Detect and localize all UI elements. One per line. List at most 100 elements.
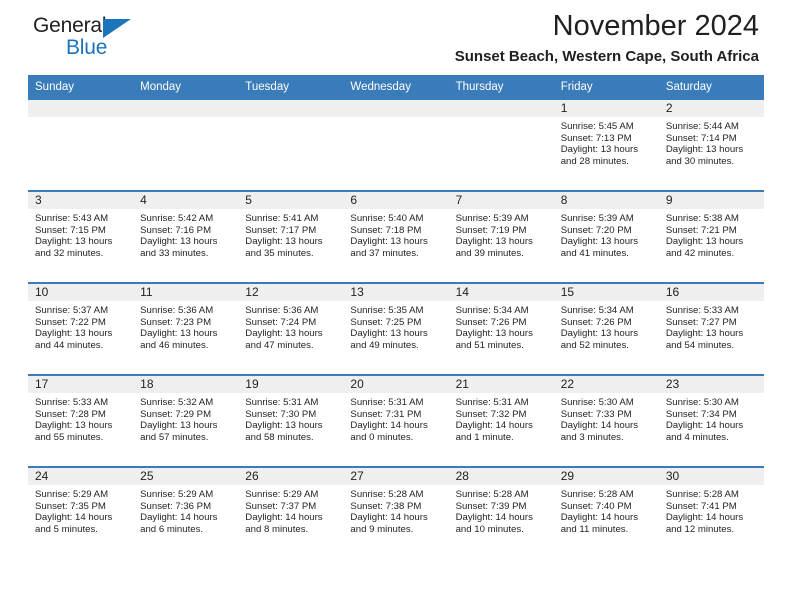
calendar-day-cell[interactable]: 1 Sunrise: 5:45 AM Sunset: 7:13 PM Daylight…	[553, 100, 659, 191]
calendar-day-cell[interactable]: 6 Sunrise: 5:40 AM Sunset: 7:18 PM Daylight…	[343, 190, 449, 283]
calendar-week-row: 1 Sunrise: 5:45 AM Sunset: 7:13 PM Daylight…	[28, 100, 764, 191]
calendar-week-row: 10 Sunrise: 5:37 AM Sunset: 7:22 PM Dayligh…	[28, 282, 764, 375]
day-details: Sunrise: 5:43 AM Sunset: 7:15 PM Daylight:…	[28, 209, 133, 259]
day-details: Sunrise: 5:29 AM Sunset: 7:37 PM Daylight:…	[238, 485, 343, 535]
sunrise-text: Sunrise: 5:31 AM	[350, 397, 424, 408]
calendar-day-cell[interactable]: 19 Sunrise: 5:31 AM Sunset: 7:30 PM Dayligh…	[238, 374, 344, 467]
calendar-body: 1 Sunrise: 5:45 AM Sunset: 7:13 PM Daylight…	[28, 100, 764, 558]
day-box	[238, 100, 344, 188]
sunrise-text: Sunrise: 5:33 AM	[35, 397, 109, 408]
daylight-text: Daylight: 13 hours and 46 minutes.	[140, 328, 218, 351]
daylight-text: Daylight: 14 hours and 6 minutes.	[140, 512, 218, 535]
daylight-text: Daylight: 13 hours and 55 minutes.	[35, 420, 113, 443]
day-number: 17	[28, 376, 134, 393]
calendar-day-cell[interactable]: 12 Sunrise: 5:36 AM Sunset: 7:24 PM Dayligh…	[238, 282, 344, 375]
calendar-day-cell[interactable]: 4 Sunrise: 5:42 AM Sunset: 7:16 PM Daylight…	[133, 190, 239, 283]
sunset-text: Sunset: 7:41 PM	[665, 500, 737, 512]
calendar-day-cell[interactable]: 29 Sunrise: 5:28 AM Sunset: 7:40 PM Dayligh…	[553, 466, 659, 558]
page-subtitle: Sunset Beach, Western Cape, South Africa	[454, 48, 759, 65]
calendar-day-cell[interactable]: 9 Sunrise: 5:38 AM Sunset: 7:21 PM Daylight…	[658, 190, 764, 283]
day-box: 10 Sunrise: 5:37 AM Sunset: 7:22 PM Dayligh…	[28, 284, 134, 372]
daylight-text: Daylight: 13 hours and 30 minutes.	[665, 144, 744, 167]
calendar-day-cell[interactable]: 18 Sunrise: 5:32 AM Sunset: 7:29 PM Dayligh…	[133, 374, 239, 467]
calendar-day-cell[interactable]: 8 Sunrise: 5:39 AM Sunset: 7:20 PM Daylight…	[553, 190, 659, 283]
calendar-day-cell[interactable]: 17 Sunrise: 5:33 AM Sunset: 7:28 PM Dayligh…	[28, 374, 134, 467]
calendar-day-cell[interactable]: 16 Sunrise: 5:33 AM Sunset: 7:27 PM Dayligh…	[658, 282, 764, 375]
weekday-header-wednesday: Wednesday	[343, 75, 449, 100]
sunset-text: Sunset: 7:24 PM	[245, 316, 317, 328]
weekday-header-thursday: Thursday	[448, 75, 554, 100]
daylight-text: Daylight: 14 hours and 12 minutes.	[665, 512, 744, 535]
daylight-text: Daylight: 14 hours and 1 minute.	[455, 420, 533, 443]
sunrise-text: Sunrise: 5:30 AM	[665, 397, 739, 408]
sunrise-text: Sunrise: 5:34 AM	[560, 305, 634, 316]
day-number: 12	[238, 284, 344, 301]
day-box: 22 Sunrise: 5:30 AM Sunset: 7:33 PM Dayligh…	[553, 376, 659, 464]
sunset-text: Sunset: 7:22 PM	[35, 316, 106, 328]
day-box: 19 Sunrise: 5:31 AM Sunset: 7:30 PM Dayligh…	[238, 376, 344, 464]
calendar-day-cell[interactable]: 24 Sunrise: 5:29 AM Sunset: 7:35 PM Dayligh…	[28, 466, 134, 558]
calendar-day-cell[interactable]: 28 Sunrise: 5:28 AM Sunset: 7:39 PM Dayligh…	[448, 466, 554, 558]
calendar-day-cell[interactable]: 20 Sunrise: 5:31 AM Sunset: 7:31 PM Dayligh…	[343, 374, 449, 467]
calendar-day-cell[interactable]: 30 Sunrise: 5:28 AM Sunset: 7:41 PM Dayligh…	[658, 466, 764, 558]
day-box: 30 Sunrise: 5:28 AM Sunset: 7:41 PM Dayligh…	[658, 468, 764, 556]
calendar-day-cell[interactable]: 15 Sunrise: 5:34 AM Sunset: 7:26 PM Dayligh…	[553, 282, 659, 375]
sunrise-text: Sunrise: 5:29 AM	[140, 489, 214, 500]
calendar-day-cell[interactable]: 5 Sunrise: 5:41 AM Sunset: 7:17 PM Daylight…	[238, 190, 344, 283]
calendar-table: Sunday Monday Tuesday Wednesday Thursday…	[28, 75, 764, 558]
day-box: 9 Sunrise: 5:38 AM Sunset: 7:21 PM Daylight…	[658, 192, 764, 280]
daylight-text: Daylight: 13 hours and 44 minutes.	[35, 328, 113, 351]
day-box: 28 Sunrise: 5:28 AM Sunset: 7:39 PM Dayligh…	[448, 468, 554, 556]
sunrise-text: Sunrise: 5:44 AM	[665, 121, 739, 132]
sunset-text: Sunset: 7:14 PM	[665, 132, 737, 144]
sunrise-text: Sunrise: 5:42 AM	[140, 213, 214, 224]
sunrise-text: Sunrise: 5:39 AM	[455, 213, 529, 224]
day-box: 21 Sunrise: 5:31 AM Sunset: 7:32 PM Dayligh…	[448, 376, 554, 464]
day-details: Sunrise: 5:36 AM Sunset: 7:24 PM Daylight:…	[238, 301, 343, 351]
calendar-day-cell[interactable]: 27 Sunrise: 5:28 AM Sunset: 7:38 PM Dayligh…	[343, 466, 449, 558]
day-number: 7	[448, 192, 554, 209]
calendar-day-cell[interactable]: 23 Sunrise: 5:30 AM Sunset: 7:34 PM Dayligh…	[658, 374, 764, 467]
general-blue-logo: General Blue	[33, 14, 213, 66]
calendar-day-cell[interactable]: 22 Sunrise: 5:30 AM Sunset: 7:33 PM Dayligh…	[553, 374, 659, 467]
page-title: November 2024	[552, 10, 759, 42]
sunrise-text: Sunrise: 5:40 AM	[350, 213, 424, 224]
daylight-text: Daylight: 14 hours and 5 minutes.	[35, 512, 113, 535]
daylight-text: Daylight: 13 hours and 52 minutes.	[560, 328, 639, 351]
calendar-day-cell[interactable]: 21 Sunrise: 5:31 AM Sunset: 7:32 PM Dayligh…	[448, 374, 554, 467]
calendar-day-cell[interactable]: 10 Sunrise: 5:37 AM Sunset: 7:22 PM Dayligh…	[28, 282, 134, 375]
sunset-text: Sunset: 7:32 PM	[455, 408, 527, 420]
day-box: 13 Sunrise: 5:35 AM Sunset: 7:25 PM Dayligh…	[343, 284, 449, 372]
sunrise-text: Sunrise: 5:28 AM	[560, 489, 634, 500]
calendar-page: General Blue November 2024 Sunset Beach,…	[0, 0, 792, 612]
day-details: Sunrise: 5:33 AM Sunset: 7:27 PM Daylight:…	[659, 301, 764, 351]
day-details: Sunrise: 5:39 AM Sunset: 7:19 PM Daylight:…	[449, 209, 554, 259]
calendar-day-cell[interactable]: 26 Sunrise: 5:29 AM Sunset: 7:37 PM Dayligh…	[238, 466, 344, 558]
day-number: 18	[133, 376, 239, 393]
calendar-week-row: 24 Sunrise: 5:29 AM Sunset: 7:35 PM Dayligh…	[28, 466, 764, 558]
day-details: Sunrise: 5:29 AM Sunset: 7:35 PM Daylight:…	[28, 485, 133, 535]
day-number	[133, 100, 239, 117]
day-details: Sunrise: 5:30 AM Sunset: 7:34 PM Daylight:…	[659, 393, 764, 443]
calendar-day-cell[interactable]: 14 Sunrise: 5:34 AM Sunset: 7:26 PM Dayligh…	[448, 282, 554, 375]
sunset-text: Sunset: 7:30 PM	[245, 408, 317, 420]
calendar-day-cell[interactable]: 13 Sunrise: 5:35 AM Sunset: 7:25 PM Dayligh…	[343, 282, 449, 375]
calendar-day-cell[interactable]: 11 Sunrise: 5:36 AM Sunset: 7:23 PM Dayligh…	[133, 282, 239, 375]
calendar-day-cell[interactable]: 3 Sunrise: 5:43 AM Sunset: 7:15 PM Daylight…	[28, 190, 134, 283]
day-box: 12 Sunrise: 5:36 AM Sunset: 7:24 PM Dayligh…	[238, 284, 344, 372]
day-box: 7 Sunrise: 5:39 AM Sunset: 7:19 PM Daylight…	[448, 192, 554, 280]
day-number	[343, 100, 449, 117]
day-number: 13	[343, 284, 449, 301]
calendar-day-cell[interactable]: 25 Sunrise: 5:29 AM Sunset: 7:36 PM Dayligh…	[133, 466, 239, 558]
day-number: 14	[448, 284, 554, 301]
sunset-text: Sunset: 7:29 PM	[140, 408, 212, 420]
calendar-day-cell[interactable]: 7 Sunrise: 5:39 AM Sunset: 7:19 PM Daylight…	[448, 190, 554, 283]
daylight-text: Daylight: 14 hours and 4 minutes.	[665, 420, 744, 443]
page-masthead: General Blue November 2024 Sunset Beach,…	[28, 0, 764, 75]
day-number: 21	[448, 376, 554, 393]
sunrise-text: Sunrise: 5:37 AM	[35, 305, 109, 316]
daylight-text: Daylight: 13 hours and 32 minutes.	[35, 236, 113, 259]
day-box: 4 Sunrise: 5:42 AM Sunset: 7:16 PM Daylight…	[133, 192, 239, 280]
calendar-day-cell[interactable]: 2 Sunrise: 5:44 AM Sunset: 7:14 PM Daylight…	[658, 100, 764, 191]
day-box	[343, 100, 449, 188]
